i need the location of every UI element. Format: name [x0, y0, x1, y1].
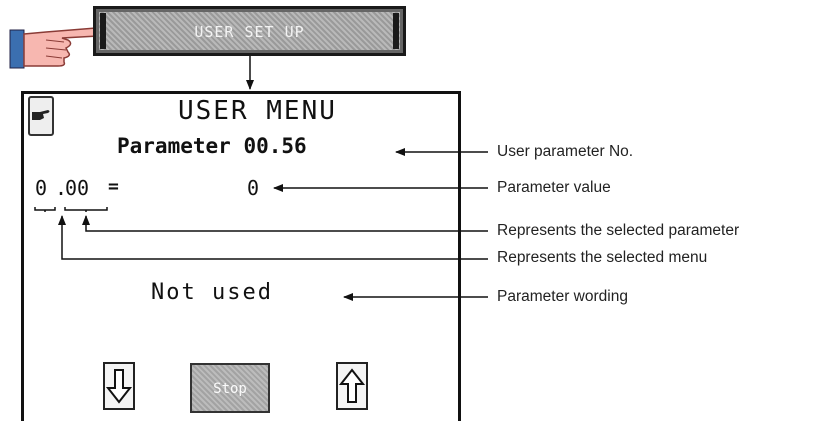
arrow-selected-parameter	[82, 215, 488, 232]
menu-bracket	[34, 207, 56, 212]
annotation-overlay	[34, 56, 488, 301]
arrow-selected-menu	[58, 215, 488, 260]
parameter-bracket	[64, 207, 108, 212]
